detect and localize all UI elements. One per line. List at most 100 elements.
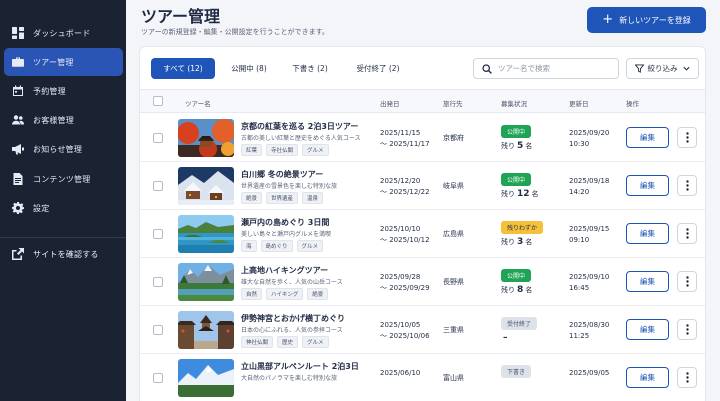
sidebar-item-content[interactable]: コンテンツ管理 (0, 165, 126, 193)
tour-thumbnail (178, 215, 234, 253)
remaining-seats: 残り 5 名 (501, 141, 532, 151)
filter-button-label: 絞り込み (647, 64, 678, 73)
sidebar-item-news[interactable]: お知らせ管理 (0, 135, 126, 163)
tour-tag: グルメ (296, 240, 324, 252)
filter-icon (634, 64, 644, 73)
tour-tag: 自然 (241, 288, 263, 300)
departure-start: 2025/12/20 (380, 177, 421, 185)
tour-name[interactable]: 立山黒部アルペンルート 2泊3日 (241, 361, 359, 372)
table-row: 立山黒部アルペンルート 2泊3日 大自然のパノラマを楽しむ特別な旅 2025/0… (140, 354, 705, 401)
more-vertical-icon (685, 276, 689, 287)
departure-end: 〜 2025/10/12 (380, 236, 430, 244)
departure-start: 2025/09/28 (380, 273, 421, 281)
tour-name[interactable]: 上高地ハイキングツアー (241, 265, 328, 276)
new-tour-button[interactable]: + 新しいツアーを登録 (587, 7, 706, 33)
select-all-checkbox[interactable] (153, 96, 163, 106)
edit-button[interactable]: 編集 (626, 271, 669, 292)
remaining-count: 3 (517, 237, 524, 247)
sidebar-item-label: ツアー管理 (33, 57, 74, 67)
edit-button[interactable]: 編集 (626, 319, 669, 340)
tour-description: 世界遺産の雪景色を楽しむ特別な旅 (241, 183, 338, 190)
search-box (473, 58, 619, 79)
updated-at: 2025/09/18 14:20 (569, 176, 609, 198)
status-badge: 残りわずか (501, 221, 544, 234)
row-checkbox[interactable] (153, 229, 163, 239)
updated-time: 14:20 (569, 188, 590, 196)
tour-tag: 温泉 (302, 192, 324, 204)
sidebar-item-tours[interactable]: ツアー管理 (4, 48, 123, 76)
sidebar-item-customers[interactable]: お客様管理 (0, 106, 126, 134)
tour-tag: 海 (241, 240, 257, 252)
updated-date: 2025/08/30 (569, 321, 610, 329)
sidebar-item-label: お客様管理 (33, 115, 74, 125)
column-header-departure: 出発日 (380, 100, 400, 108)
row-checkbox[interactable] (153, 181, 163, 191)
dashboard-icon (12, 27, 24, 39)
more-options-button[interactable] (677, 223, 697, 244)
more-options-button[interactable] (677, 127, 697, 148)
row-checkbox[interactable] (153, 373, 163, 383)
table-row: 京都の紅葉を巡る 2泊3日ツアー 古都の美しい紅葉と歴史をめぐる人気コース 紅葉… (140, 114, 705, 162)
more-options-button[interactable] (677, 367, 697, 388)
destination: 京都府 (443, 134, 464, 142)
tab-closed[interactable]: 受付終了 (2) (348, 58, 408, 79)
tour-tag: 神社仏閣 (241, 336, 274, 348)
more-options-button[interactable] (677, 271, 697, 292)
updated-at: 2025/08/30 11:25 (569, 320, 609, 342)
remaining-suffix: 名 (525, 238, 533, 246)
remaining-suffix: 名 (525, 142, 533, 150)
tour-tags: 自然 ハイキング 絶景 (241, 288, 329, 300)
edit-button[interactable]: 編集 (626, 175, 669, 196)
more-options-button[interactable] (677, 319, 697, 340)
tour-thumbnail (178, 119, 234, 157)
updated-time: 11:25 (569, 332, 590, 340)
sidebar-item-reservations[interactable]: 予約管理 (0, 77, 126, 105)
tour-name[interactable]: 京都の紅葉を巡る 2泊3日ツアー (241, 121, 358, 132)
tour-name[interactable]: 伊勢神宮とおかげ横丁めぐり (241, 313, 345, 324)
table-row: 瀬戸内の島めぐり 3日間 美しい島々と瀬戸内グルメを満喫 海島めぐり グルメ 20… (140, 210, 705, 258)
filter-button[interactable]: 絞り込み (626, 58, 699, 79)
departure-end: 〜 2025/09/29 (380, 284, 430, 292)
destination: 岐阜県 (443, 182, 464, 190)
tour-tags: 海島めぐり グルメ (241, 240, 324, 252)
column-header-name: ツアー名 (185, 100, 211, 108)
sidebar-item-view-site[interactable]: サイトを確認する (0, 240, 126, 268)
edit-button[interactable]: 編集 (626, 223, 669, 244)
departure-start: 2025/10/10 (380, 225, 421, 233)
search-input[interactable] (498, 64, 608, 73)
tour-name[interactable]: 瀬戸内の島めぐり 3日間 (241, 217, 329, 228)
tab-published[interactable]: 公開中 (8) (224, 58, 274, 79)
tour-tag: 絶景 (241, 192, 263, 204)
tour-description: 古都の美しい紅葉と歴史をめぐる人気コース (241, 135, 361, 142)
tab-draft[interactable]: 下書き (2) (284, 58, 336, 79)
status-badge: 受付終了 (501, 317, 538, 330)
departure-start: 2025/10/05 (380, 321, 421, 329)
gear-icon (12, 202, 24, 214)
tour-tag: グルメ (302, 144, 329, 156)
updated-date: 2025/09/15 (569, 225, 610, 233)
tour-tag: 世界遺産 (266, 192, 299, 204)
tour-tags: 紅葉 寺社仏閣 グルメ (241, 144, 329, 156)
remaining-prefix: 残り (501, 142, 515, 150)
more-options-button[interactable] (677, 175, 697, 196)
sidebar-item-dashboard[interactable]: ダッシュボード (0, 19, 126, 47)
edit-button[interactable]: 編集 (626, 367, 669, 388)
page-subtitle: ツアーの新規登録・編集・公開設定を行うことができます。 (141, 28, 329, 36)
megaphone-icon (12, 143, 24, 155)
departure-dates: 2025/10/10 〜 2025/10/12 (380, 224, 430, 246)
tour-thumbnail (178, 167, 234, 205)
tour-description: 雄大な自然を歩く、人気の山岳コース (241, 279, 343, 286)
edit-button[interactable]: 編集 (626, 127, 669, 148)
sidebar-item-settings[interactable]: 設定 (0, 194, 126, 222)
row-checkbox[interactable] (153, 133, 163, 143)
sidebar-divider (0, 237, 126, 238)
tab-all[interactable]: すべて (12) (151, 58, 215, 79)
document-icon (12, 173, 24, 185)
plus-icon: + (602, 12, 614, 27)
tour-name[interactable]: 白川郷 冬の絶景ツアー (241, 169, 323, 180)
row-checkbox[interactable] (153, 325, 163, 335)
sidebar-item-label: 設定 (33, 203, 50, 213)
updated-time: 16:45 (569, 284, 590, 292)
row-checkbox[interactable] (153, 277, 163, 287)
remaining-seats: 残り 12 名 (501, 189, 539, 199)
